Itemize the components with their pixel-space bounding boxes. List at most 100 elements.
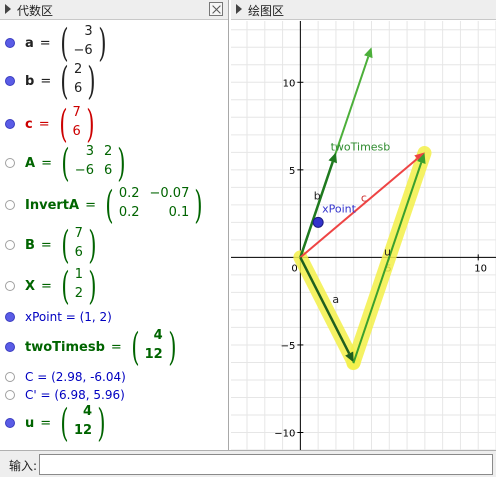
- right-paren: ): [97, 401, 106, 445]
- y-tick-label: −10: [274, 428, 295, 439]
- algebra-item-B[interactable]: B = (7 6): [0, 225, 228, 265]
- algebra-item-c[interactable]: c = (7 6): [0, 104, 228, 144]
- algebra-expression: A = (3 2 −6 6): [25, 143, 129, 183]
- right-paren: ): [194, 183, 203, 227]
- left-paren: (: [58, 102, 68, 146]
- matrix-value: (0.2 −0.07 0.2 0.1): [102, 186, 206, 224]
- matrix-cell: 6: [74, 245, 83, 260]
- equals-sign: =: [39, 35, 51, 51]
- algebra-expression: b = (2 6): [25, 61, 99, 101]
- input-bar: 输入:: [0, 450, 496, 477]
- vector-arrowhead-b: [328, 152, 337, 164]
- matrix-value: (3 −6): [57, 24, 110, 62]
- right-paren: ): [86, 102, 95, 146]
- collapse-arrow-icon[interactable]: [5, 4, 11, 14]
- visibility-toggle-icon[interactable]: [5, 312, 15, 322]
- matrix-cell: 3: [85, 144, 94, 159]
- algebra-item-a[interactable]: a = (3 −6): [0, 23, 228, 63]
- object-name: X: [25, 278, 36, 294]
- y-tick-label: 5: [289, 166, 295, 177]
- algebra-title: 代数区: [17, 4, 54, 18]
- equals-sign: =: [41, 155, 52, 171]
- object-name: c: [25, 116, 33, 132]
- matrix-value: (4 12): [57, 404, 109, 442]
- input-label: 输入:: [9, 459, 38, 473]
- object-name: twoTimesb: [25, 339, 105, 355]
- vector-label-u: u: [384, 246, 391, 259]
- expression-text: C' = (6.98, 5.96): [25, 388, 125, 402]
- algebra-expression: B = (7 6): [25, 225, 100, 265]
- left-paren: (: [60, 401, 69, 445]
- visibility-toggle-icon[interactable]: [5, 38, 15, 48]
- matrix-cell: 6: [72, 124, 81, 139]
- matrix-cell: 2: [74, 62, 83, 77]
- matrix-cell: 4: [153, 328, 163, 343]
- matrix-cell: 1: [74, 267, 84, 282]
- matrix-value: (7 6): [56, 105, 98, 143]
- equals-sign: =: [40, 73, 52, 89]
- right-paren: ): [87, 59, 96, 103]
- command-input[interactable]: [39, 454, 493, 475]
- graphics-title: 绘图区: [248, 4, 285, 18]
- geogebra-window: 代数区 a =(3 −6) b =(2 6) c =(7 6) A =(3 2 −6 6) InvertA =…: [0, 0, 496, 477]
- vector-label-twoTimesb: twoTimesb: [331, 141, 391, 154]
- visibility-toggle-icon[interactable]: [5, 418, 15, 428]
- left-paren: (: [60, 59, 69, 103]
- algebra-header: 代数区: [0, 0, 228, 20]
- matrix-value: (7 6): [58, 226, 100, 264]
- visibility-toggle-icon[interactable]: [5, 240, 15, 250]
- matrix-cell: −0.07: [149, 186, 190, 201]
- equals-sign: =: [38, 116, 50, 132]
- algebra-item-InvertA[interactable]: InvertA = (0.2 −0.07 0.2 0.1): [0, 185, 228, 225]
- equals-sign: =: [41, 278, 52, 294]
- visibility-toggle-icon[interactable]: [5, 119, 15, 129]
- visibility-toggle-icon[interactable]: [5, 158, 15, 168]
- vector-label-b: b: [314, 190, 321, 203]
- matrix-cell: 6: [74, 81, 83, 96]
- object-name: a: [25, 35, 34, 51]
- matrix-value: (2 6): [57, 62, 99, 100]
- matrix-value: (3 2 −6 6): [58, 144, 129, 182]
- visibility-toggle-icon[interactable]: [5, 390, 15, 400]
- algebra-item-A[interactable]: A = (3 2 −6 6): [0, 143, 228, 183]
- graphics-view: 绘图区 0510105−5−10twoTimesbbcauxPoint: [231, 0, 496, 450]
- matrix-cell: 0.2: [118, 205, 140, 220]
- matrix-cell: 12: [74, 423, 93, 438]
- matrix-cell: 3: [84, 24, 93, 39]
- algebra-item-u[interactable]: u = (4 12): [0, 403, 228, 443]
- algebra-expression: a = (3 −6): [25, 23, 110, 63]
- matrix-cell: 4: [83, 404, 93, 419]
- x-tick-label: 10: [474, 263, 487, 274]
- vector-a[interactable]: [299, 256, 351, 355]
- visibility-toggle-icon[interactable]: [5, 76, 15, 86]
- left-paren: (: [61, 223, 70, 267]
- graphics-header: 绘图区: [231, 0, 496, 20]
- point-xPoint[interactable]: [312, 216, 324, 228]
- close-icon[interactable]: [209, 2, 223, 16]
- vector-arrowhead-twoTimesb: [364, 47, 373, 59]
- algebra-item-b[interactable]: b = (2 6): [0, 61, 228, 101]
- expression-text: xPoint = (1, 2): [25, 310, 112, 324]
- matrix-cell: 6: [103, 163, 113, 178]
- object-name: b: [25, 73, 35, 89]
- vector-label-a: a: [332, 293, 339, 306]
- visibility-toggle-icon[interactable]: [5, 342, 15, 352]
- visibility-toggle-icon[interactable]: [5, 281, 15, 291]
- collapse-arrow-icon[interactable]: [236, 4, 242, 14]
- object-name: InvertA: [25, 197, 80, 213]
- graphics-canvas[interactable]: 0510105−5−10twoTimesbbcauxPoint: [231, 21, 496, 450]
- equals-sign: =: [40, 237, 52, 253]
- matrix-cell: 0.1: [168, 205, 190, 220]
- object-name: B: [25, 237, 35, 253]
- vector-label-c: c: [361, 191, 367, 204]
- equals-sign: =: [85, 197, 96, 213]
- algebra-expression: u = (4 12): [25, 403, 109, 443]
- object-name: u: [25, 415, 35, 431]
- visibility-toggle-icon[interactable]: [5, 200, 15, 210]
- right-paren: ): [117, 141, 126, 185]
- y-tick-label: 10: [283, 78, 296, 89]
- y-tick-label: −5: [281, 341, 296, 352]
- equals-sign: =: [40, 415, 52, 431]
- algebra-expression: c = (7 6): [25, 104, 98, 144]
- matrix-cell: 2: [103, 144, 113, 159]
